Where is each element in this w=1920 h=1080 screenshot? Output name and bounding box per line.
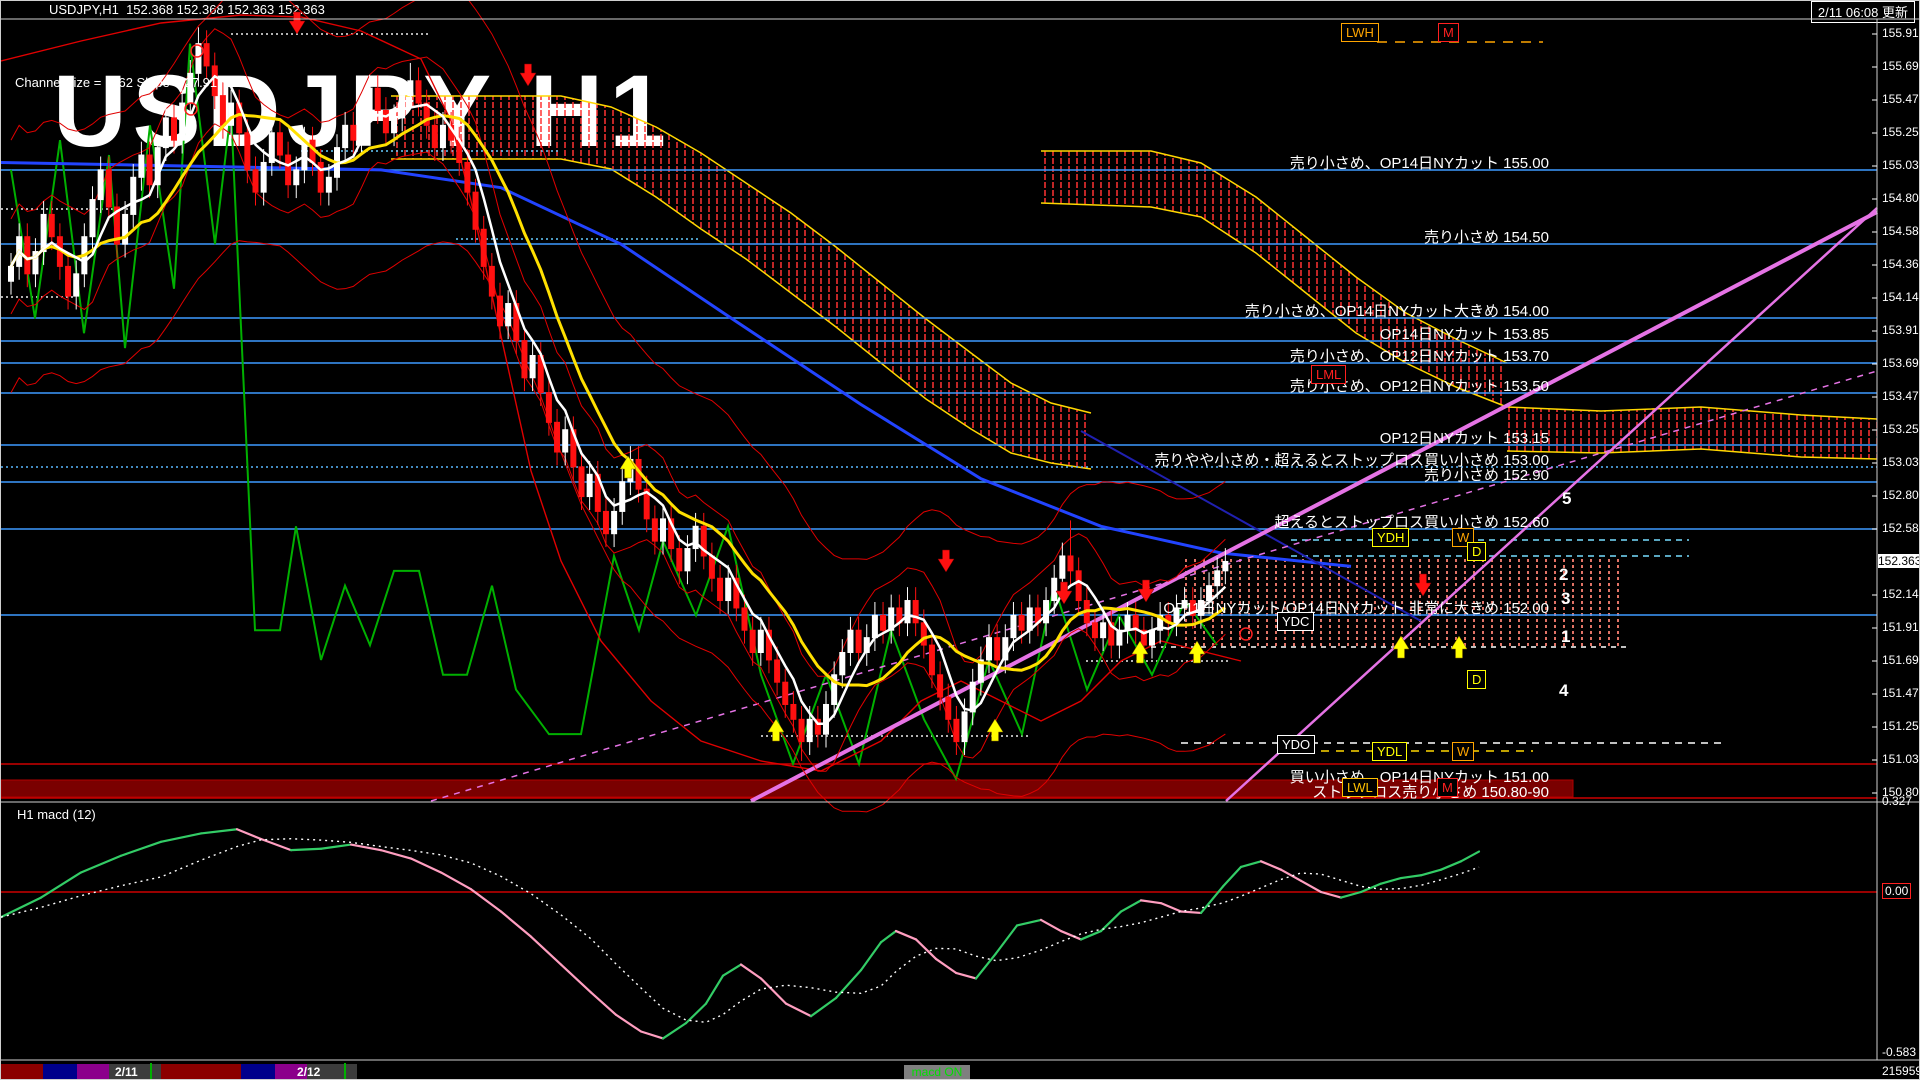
price-tick-153.695: 153.695: [1882, 356, 1920, 370]
level-annotation-0: 売り小さめ、OP14日NYカット 155.00: [1290, 152, 1549, 173]
price-tick-152.585: 152.585: [1882, 521, 1920, 535]
macd-panel-label: H1 macd (12): [17, 807, 96, 822]
price-tick-153.250: 153.250: [1882, 422, 1920, 436]
level-annotation-10: OP11日NYカット/OP14日NYカット 非常に大きめ 152.00: [1163, 597, 1549, 618]
price-tick-151.475: 151.475: [1882, 686, 1920, 700]
price-tick-155.695: 155.695: [1882, 59, 1920, 73]
channel-info-label: Channel size = 1162 Slope = 27.91: [15, 75, 217, 90]
macd-axis-top: 0.327: [1882, 794, 1912, 808]
price-tick-152.805: 152.805: [1882, 488, 1920, 502]
price-tick-155.250: 155.250: [1882, 125, 1920, 139]
marker-box-lwl-11[interactable]: LWL: [1342, 778, 1378, 797]
marker-box-d-7[interactable]: D: [1467, 670, 1486, 689]
macd-toggle-button[interactable]: macd ON: [904, 1065, 970, 1080]
wave-number-3: 3: [1561, 589, 1570, 609]
level-annotation-3: OP14日NYカット 153.85: [1380, 323, 1549, 344]
price-tick-151.915: 151.915: [1882, 620, 1920, 634]
macd-axis-zero: 0.00: [1882, 884, 1911, 898]
wave-number-5: 5: [1562, 489, 1571, 509]
marker-box-ydo-8[interactable]: YDO: [1277, 735, 1315, 754]
price-tick-153.915: 153.915: [1882, 323, 1920, 337]
timeline-label-2-12: 2/12: [297, 1065, 320, 1079]
level-annotation-2: 売り小さめ、OP14日NYカット大きめ 154.00: [1245, 300, 1549, 321]
price-tick-155.475: 155.475: [1882, 92, 1920, 106]
macd-axis-bottom: -0.583: [1882, 1045, 1916, 1059]
marker-box-ydl-9[interactable]: YDL: [1372, 742, 1407, 761]
price-tick-154.585: 154.585: [1882, 224, 1920, 238]
level-annotation-4: 売り小さめ、OP12日NYカット 153.70: [1290, 345, 1549, 366]
price-tick-153.030: 153.030: [1882, 455, 1920, 469]
price-tick-154.140: 154.140: [1882, 290, 1920, 304]
marker-box-d-5[interactable]: D: [1467, 542, 1486, 561]
ichimoku-clouds: [391, 96, 1877, 646]
timeline-label-2-11: 2/11: [115, 1065, 138, 1079]
marker-box-ydh-3[interactable]: YDH: [1372, 528, 1409, 547]
price-tick-151.695: 151.695: [1882, 653, 1920, 667]
marker-box-lml-2[interactable]: LML: [1311, 365, 1346, 384]
wave-number-4: 4: [1559, 681, 1568, 701]
price-tick-154.805: 154.805: [1882, 191, 1920, 205]
price-tick-151.250: 151.250: [1882, 719, 1920, 733]
price-tick-153.475: 153.475: [1882, 389, 1920, 403]
level-annotation-8: 売り小さめ 152.90: [1424, 464, 1549, 485]
marker-box-m-1[interactable]: M: [1438, 23, 1459, 42]
current-price-tag: 152.363: [1878, 554, 1920, 568]
wave-number-2: 2: [1559, 565, 1568, 585]
level-annotation-6: OP12日NYカット 153.15: [1380, 427, 1549, 448]
macd-indicator: [1, 829, 1877, 1038]
trading-chart-window: USDJPY H1 USDJPY,H1 152.368 152.368 152.…: [0, 0, 1920, 1080]
level-annotation-9: 超えるとストップロス買い小さめ 152.60: [1274, 511, 1549, 532]
wave-number-1: 1: [1561, 627, 1570, 647]
price-tick-152.140: 152.140: [1882, 587, 1920, 601]
main-chart-canvas[interactable]: [1, 1, 1920, 1080]
marker-box-m-12[interactable]: M: [1437, 778, 1458, 797]
price-tick-155.915: 155.915: [1882, 26, 1920, 40]
price-tick-154.360: 154.360: [1882, 257, 1920, 271]
marker-box-ydc-6[interactable]: YDC: [1277, 612, 1314, 631]
marker-box-w-10[interactable]: W: [1452, 742, 1474, 761]
price-tick-155.030: 155.030: [1882, 158, 1920, 172]
level-annotation-1: 売り小さめ 154.50: [1424, 226, 1549, 247]
price-tick-151.030: 151.030: [1882, 752, 1920, 766]
corner-value: 215959: [1882, 1064, 1920, 1078]
marker-box-lwh-0[interactable]: LWH: [1341, 23, 1379, 42]
